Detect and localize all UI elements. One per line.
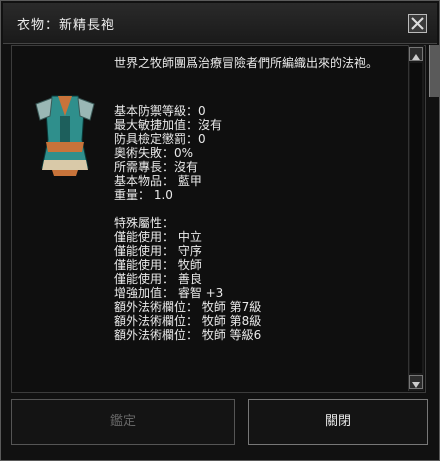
property-line: 額外法術欄位： 牧師 等級6 [114, 328, 262, 342]
identify-button[interactable]: 鑑定 [11, 399, 235, 445]
stat-line: 重量： 1.0 [114, 188, 173, 202]
scroll-down-button[interactable] [409, 375, 423, 389]
item-details-panel: 世界之牧師團爲治療冒險者們所編織出來的法袍。 基本防禦等級：0 最大敏捷加值：沒… [11, 45, 426, 393]
item-description: 世界之牧師團爲治療冒險者們所編織出來的法袍。 [114, 56, 379, 70]
item-window: 衣物：新精長袍 世界之牧師團爲治療冒險者們所編織出來的法袍。 基本防禦等級：0 … [0, 0, 440, 461]
scroll-track[interactable] [410, 63, 422, 373]
stat-line: 基本物品： 藍甲 [114, 174, 202, 188]
scrollbar[interactable] [408, 45, 424, 391]
stat-line: 基本防禦等級：0 [114, 104, 206, 118]
property-line: 增強加值： 睿智 +3 [114, 286, 224, 300]
stat-line: 最大敏捷加值：沒有 [114, 118, 223, 132]
stat-line: 防具檢定懲罰：0 [114, 132, 206, 146]
close-button[interactable] [408, 14, 427, 33]
scroll-up-button[interactable] [409, 47, 423, 61]
window-edge [429, 45, 440, 97]
window-title: 衣物：新精長袍 [17, 18, 116, 33]
item-stats: 基本防禦等級：0 最大敏捷加值：沒有 防具檢定懲罰：0 奧術失敗：0% 所需專長… [114, 104, 261, 342]
property-line: 額外法術欄位： 牧師 第8級 [114, 314, 262, 328]
property-line: 僅能使用： 中立 [114, 230, 202, 244]
property-line: 僅能使用： 牧師 [114, 258, 202, 272]
property-line: 額外法術欄位： 牧師 第7級 [114, 300, 262, 314]
close-icon [411, 17, 424, 30]
stat-line: 奧術失敗：0% [114, 146, 194, 160]
scroll-up-icon [412, 54, 420, 60]
robe-icon [35, 95, 95, 176]
stat-line: 所需專長：沒有 [114, 160, 199, 174]
properties-header: 特殊屬性： [114, 216, 175, 230]
close-dialog-button[interactable]: 關閉 [248, 399, 428, 445]
property-line: 僅能使用： 善良 [114, 272, 202, 286]
scroll-down-icon [412, 382, 420, 388]
title-bar: 衣物：新精長袍 [3, 3, 437, 44]
property-line: 僅能使用： 守序 [114, 244, 202, 258]
